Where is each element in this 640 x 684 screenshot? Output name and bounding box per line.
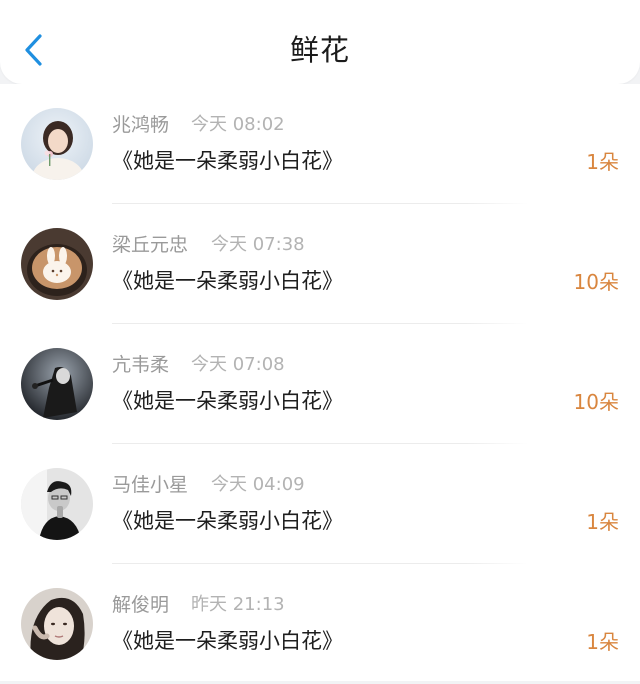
avatar[interactable]	[21, 348, 93, 420]
send-time: 今天 04:09	[211, 474, 305, 495]
flower-count: 1朵	[586, 630, 619, 654]
flower-count: 1朵	[586, 510, 619, 534]
send-time: 今天 07:38	[211, 234, 305, 255]
send-time: 昨天 21:13	[191, 594, 285, 615]
book-title[interactable]: 《她是一朵柔弱小白花》	[112, 266, 343, 296]
sender-name[interactable]: 马佳小星	[112, 472, 188, 498]
avatar[interactable]	[21, 588, 93, 660]
list-item[interactable]: 梁丘元忠 今天 07:38 《她是一朵柔弱小白花》 10朵	[0, 204, 640, 324]
flower-count: 1朵	[586, 150, 619, 174]
sender-name[interactable]: 解俊明	[112, 592, 169, 618]
list-item[interactable]: 兆鸿畅 今天 08:02 《她是一朵柔弱小白花》 1朵	[0, 84, 640, 204]
list-item[interactable]: 解俊明 昨天 21:13 《她是一朵柔弱小白花》 1朵	[0, 564, 640, 684]
avatar[interactable]	[21, 468, 93, 540]
sender-name[interactable]: 梁丘元忠	[112, 232, 188, 258]
flower-count: 10朵	[573, 270, 619, 294]
top-bar: 鲜花	[0, 0, 640, 84]
book-title[interactable]: 《她是一朵柔弱小白花》	[112, 146, 343, 176]
book-title[interactable]: 《她是一朵柔弱小白花》	[112, 626, 343, 656]
book-title[interactable]: 《她是一朵柔弱小白花》	[112, 386, 343, 416]
avatar-image-latte	[21, 228, 93, 300]
list-item[interactable]: 马佳小星 今天 04:09 《她是一朵柔弱小白花》 1朵	[0, 444, 640, 564]
avatar[interactable]	[21, 108, 93, 180]
list-item[interactable]: 亢韦柔 今天 07:08 《她是一朵柔弱小白花》 10朵	[0, 324, 640, 444]
flower-count: 10朵	[573, 390, 619, 414]
avatar[interactable]	[21, 228, 93, 300]
flower-record-list: 兆鸿畅 今天 08:02 《她是一朵柔弱小白花》 1朵 梁丘元忠 今天 07:3…	[0, 84, 640, 681]
avatar-image-man	[21, 468, 93, 540]
avatar-image-girl	[21, 108, 93, 180]
sender-name[interactable]: 兆鸿畅	[112, 112, 169, 138]
send-time: 今天 08:02	[191, 114, 285, 135]
send-time: 今天 07:08	[191, 354, 285, 375]
book-title[interactable]: 《她是一朵柔弱小白花》	[112, 506, 343, 536]
page-title: 鲜花	[289, 33, 350, 67]
sender-name[interactable]: 亢韦柔	[112, 352, 169, 378]
avatar-image-woman	[21, 588, 93, 660]
avatar-image-singer	[21, 348, 93, 420]
